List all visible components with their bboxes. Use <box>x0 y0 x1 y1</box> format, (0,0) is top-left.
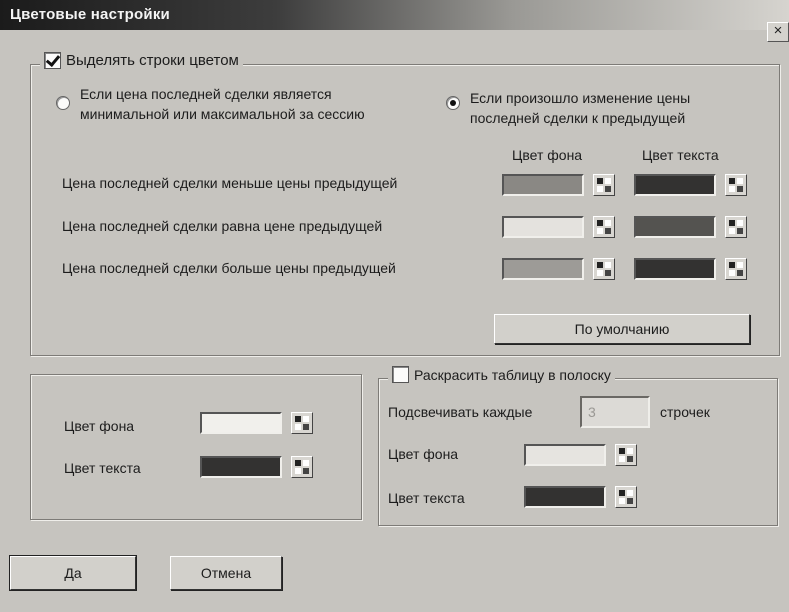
color-picker-icon[interactable] <box>593 258 615 280</box>
row-label-greater: Цена последней сделки больше цены предыд… <box>62 260 396 276</box>
color-picker-icon[interactable] <box>725 258 747 280</box>
cancel-button[interactable]: Отмена <box>170 556 282 590</box>
stripe-text-label: Цвет текста <box>388 490 465 506</box>
ok-button[interactable]: Да <box>9 555 137 591</box>
stripe-text-swatch[interactable] <box>524 486 606 508</box>
stripe-table-checkbox[interactable] <box>392 366 409 383</box>
radio-price-change-label: Если произошло изменение цены последней … <box>470 90 691 126</box>
title-bar: Цветовые настройки <box>0 0 789 30</box>
radio-min-max[interactable] <box>56 96 70 110</box>
row-label-equal: Цена последней сделки равна цене предыду… <box>62 218 383 234</box>
color-picker-icon[interactable] <box>725 174 747 196</box>
text-color-swatch-greater[interactable] <box>634 258 716 280</box>
highlight-every-input[interactable]: 3 <box>580 396 650 428</box>
color-picker-icon[interactable] <box>593 216 615 238</box>
general-bg-label: Цвет фона <box>64 418 135 434</box>
color-picker-icon[interactable] <box>615 444 637 466</box>
window-title: Цветовые настройки <box>10 6 170 23</box>
highlight-every-label: Подсвечивать каждые <box>388 404 533 420</box>
general-text-label: Цвет текста <box>64 460 141 476</box>
color-picker-icon[interactable] <box>291 412 313 434</box>
stripe-bg-swatch[interactable] <box>524 444 606 466</box>
highlight-rows-checkbox[interactable] <box>44 52 61 69</box>
highlight-rows-label: Выделять строки цветом <box>66 52 239 69</box>
color-picker-icon[interactable] <box>615 486 637 508</box>
close-button[interactable]: × <box>767 22 789 42</box>
bg-color-swatch-lower[interactable] <box>502 174 584 196</box>
radio-min-max-label: Если цена последней сделки является мини… <box>80 86 365 122</box>
column-header-bg: Цвет фона <box>512 147 583 163</box>
stripe-table-legend: Раскрасить таблицу в полоску <box>388 366 615 383</box>
color-picker-icon[interactable] <box>593 174 615 196</box>
general-colors-group <box>30 374 362 520</box>
color-picker-icon[interactable] <box>725 216 747 238</box>
color-settings-dialog: Цветовые настройки × Выделять строки цве… <box>0 0 789 612</box>
text-color-swatch-equal[interactable] <box>634 216 716 238</box>
default-button[interactable]: По умолчанию <box>494 314 750 344</box>
row-label-lower: Цена последней сделки меньше цены предыд… <box>62 175 398 191</box>
bg-color-swatch-greater[interactable] <box>502 258 584 280</box>
general-bg-swatch[interactable] <box>200 412 282 434</box>
rows-suffix-label: строчек <box>660 404 710 420</box>
column-header-text: Цвет текста <box>642 147 719 163</box>
general-text-swatch[interactable] <box>200 456 282 478</box>
text-color-swatch-lower[interactable] <box>634 174 716 196</box>
color-picker-icon[interactable] <box>291 456 313 478</box>
highlight-rows-legend: Выделять строки цветом <box>40 52 243 69</box>
bg-color-swatch-equal[interactable] <box>502 216 584 238</box>
radio-price-change[interactable] <box>446 96 460 110</box>
stripe-bg-label: Цвет фона <box>388 446 459 462</box>
stripe-table-label: Раскрасить таблицу в полоску <box>414 366 611 383</box>
